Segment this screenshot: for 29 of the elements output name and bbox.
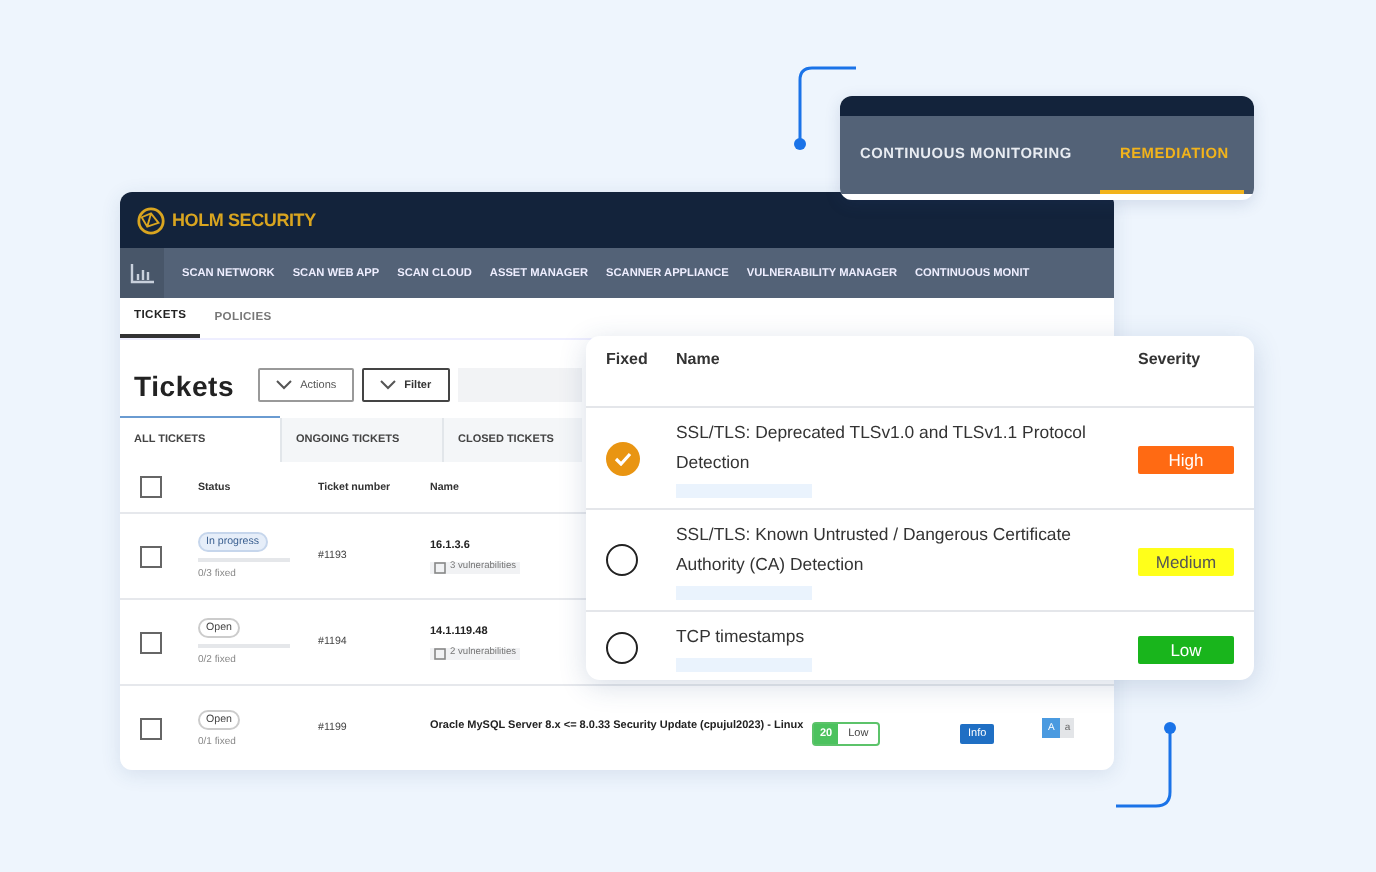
severity-badge: Medium (1138, 548, 1234, 576)
square-icon (434, 561, 446, 574)
empty-circle-icon[interactable] (606, 544, 638, 576)
square-icon (434, 647, 446, 660)
column-header: Name (676, 350, 722, 368)
finding-name: TCP timestamps (676, 624, 805, 650)
brand-name: HOLM SECURITY (172, 210, 316, 231)
caret-icon (380, 380, 397, 390)
checkbox[interactable] (140, 476, 162, 498)
connector-line (798, 66, 856, 144)
connector-dot (1164, 722, 1176, 734)
checkbox[interactable] (140, 717, 162, 739)
caret-icon (276, 380, 293, 390)
dashboard-chart-icon[interactable] (120, 248, 164, 299)
connector-dot (794, 138, 806, 150)
search-field[interactable] (457, 368, 582, 402)
checkbox[interactable] (140, 631, 162, 653)
empty-circle-icon[interactable] (606, 632, 638, 664)
column-header: Severity (1138, 350, 1203, 368)
checkbox[interactable] (140, 545, 162, 567)
column-header: Fixed (604, 350, 650, 368)
globe-logo-icon (136, 205, 166, 236)
severity-badge: High (1138, 446, 1234, 474)
page-title: Tickets (134, 369, 235, 401)
finding-name: SSL/TLS: Known Untrusted / Dangerous Certificate Authority (CA) Detection (676, 522, 1073, 578)
connector-line (1116, 728, 1172, 808)
severity-badge: Low (1138, 636, 1234, 664)
finding-name: SSL/TLS: Deprecated TLSv1.0 and TLSv1.1 Protocol Detection (676, 420, 1088, 476)
checked-circle-icon[interactable] (606, 441, 640, 475)
